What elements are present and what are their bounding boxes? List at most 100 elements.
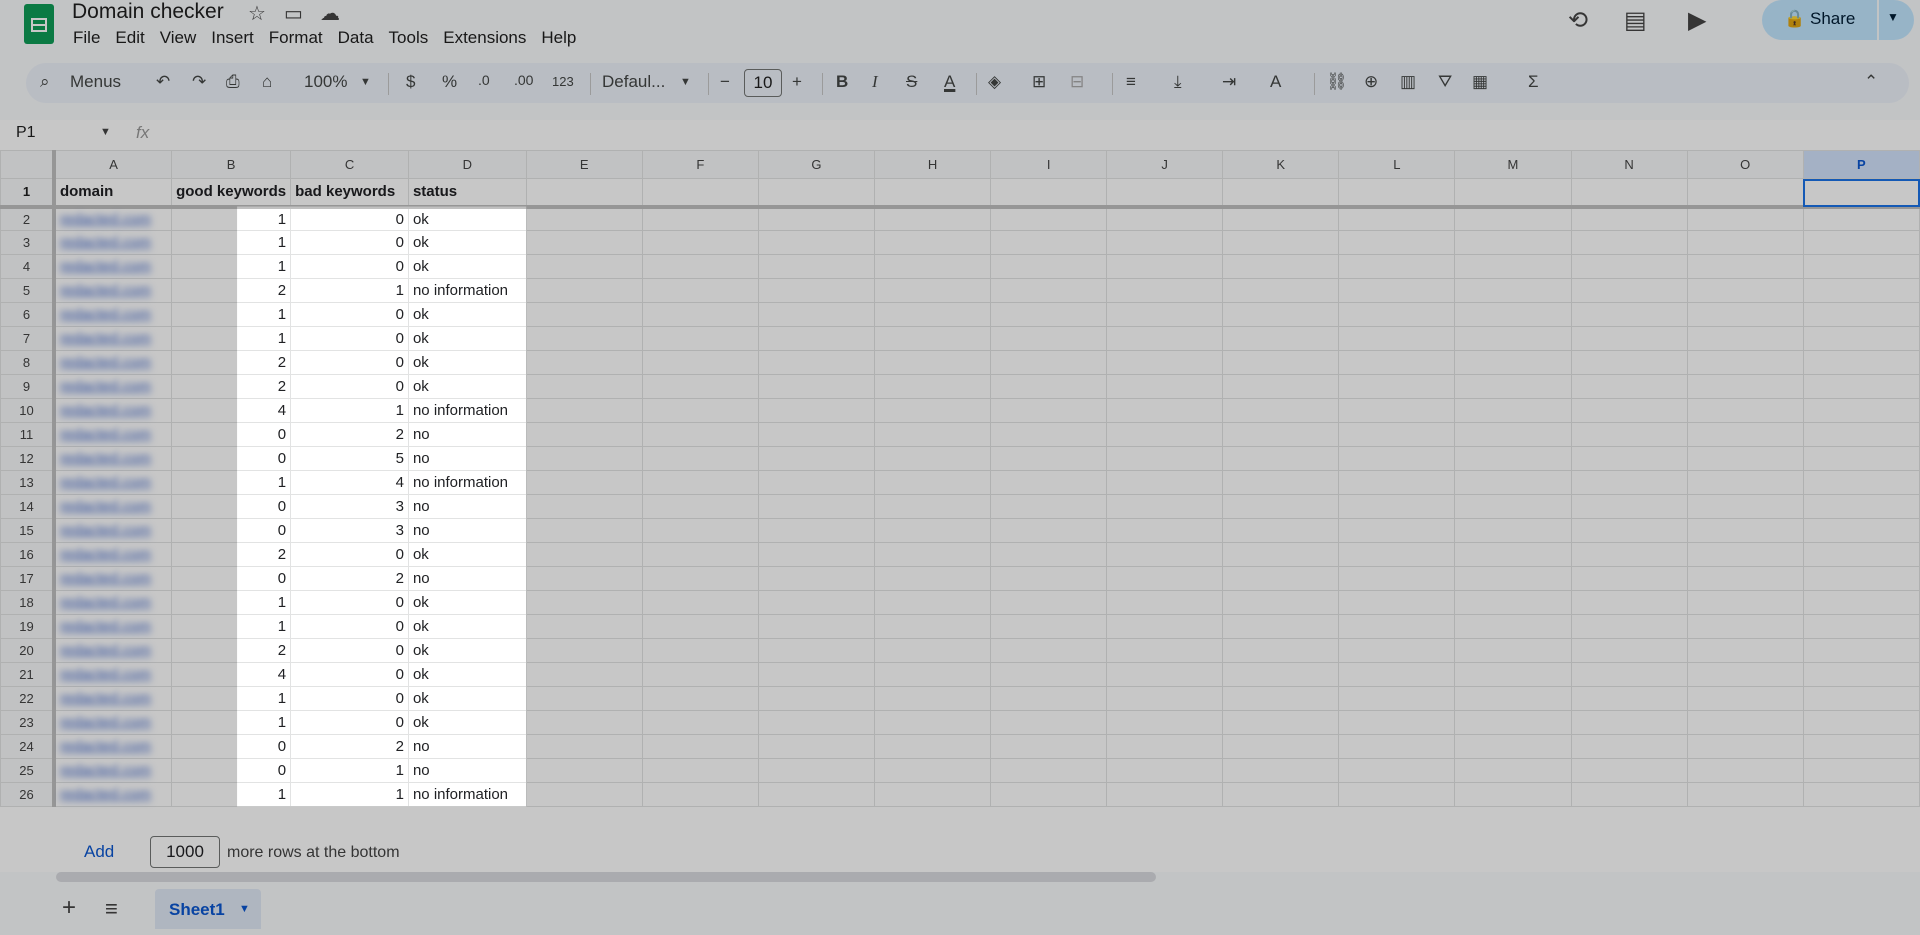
cell-k[interactable]	[1222, 614, 1340, 639]
chevron-down-icon[interactable]: ▼	[1887, 10, 1899, 24]
cell-l[interactable]	[1338, 518, 1456, 543]
cell-g[interactable]	[757, 350, 876, 375]
cell-n[interactable]	[1570, 590, 1688, 615]
cell-f[interactable]	[641, 638, 759, 663]
cell-m[interactable]	[1454, 566, 1572, 591]
cell-l[interactable]	[1338, 302, 1456, 327]
cell-good-keywords[interactable]: 0	[171, 518, 292, 543]
cell-j[interactable]	[1106, 254, 1224, 279]
cell-j[interactable]	[1106, 518, 1224, 543]
cell-status[interactable]: ok	[407, 230, 527, 255]
cell-status[interactable]: ok	[407, 614, 527, 639]
cell-e[interactable]	[525, 470, 643, 495]
row-header[interactable]: 6	[0, 302, 56, 327]
borders-icon[interactable]: ⊞	[1032, 72, 1046, 92]
sheet-tab-sheet1[interactable]: Sheet1 ▼	[155, 889, 261, 929]
row-header[interactable]: 13	[0, 470, 56, 495]
cell-h[interactable]	[874, 278, 992, 303]
cell-bad-keywords[interactable]: 0	[290, 350, 409, 375]
cell-j[interactable]	[1106, 350, 1224, 375]
cell-p[interactable]	[1802, 566, 1920, 591]
cell-k[interactable]	[1222, 542, 1340, 567]
cell-p[interactable]	[1802, 350, 1920, 375]
cell-g[interactable]	[757, 398, 876, 423]
cell-k[interactable]	[1222, 374, 1340, 399]
menu-insert[interactable]: Insert	[211, 28, 254, 48]
cell-h[interactable]	[874, 178, 992, 209]
row-header[interactable]: 21	[0, 662, 56, 687]
cell-j[interactable]	[1106, 542, 1224, 567]
filter-icon[interactable]: ⛛	[1438, 72, 1452, 92]
column-header-l[interactable]: L	[1338, 150, 1456, 179]
horizontal-align-icon[interactable]: ≡	[1126, 72, 1136, 92]
cell-i[interactable]	[990, 758, 1108, 783]
cell-j[interactable]	[1106, 374, 1224, 399]
cell-e[interactable]	[525, 398, 643, 423]
cell-bad-keywords[interactable]: 2	[290, 422, 409, 447]
cell-g[interactable]	[757, 758, 876, 783]
cell-o[interactable]	[1686, 326, 1804, 351]
cell-i[interactable]	[990, 422, 1108, 447]
cell-p[interactable]	[1802, 494, 1920, 519]
cell-g[interactable]	[757, 326, 876, 351]
cell-e[interactable]	[525, 278, 643, 303]
cell-domain[interactable]: redacted.com	[53, 614, 173, 639]
cell-o[interactable]	[1686, 566, 1804, 591]
menu-extensions[interactable]: Extensions	[443, 28, 526, 48]
cell-status[interactable]: no	[407, 422, 527, 447]
cell-g[interactable]	[757, 782, 876, 807]
cell-f[interactable]	[641, 374, 759, 399]
cell-h[interactable]	[874, 518, 992, 543]
cell-f[interactable]	[641, 566, 759, 591]
cell-o[interactable]	[1686, 782, 1804, 807]
cell-m[interactable]	[1454, 446, 1572, 471]
cell-l[interactable]	[1338, 566, 1456, 591]
cell-o[interactable]	[1686, 230, 1804, 255]
cell-k[interactable]	[1222, 278, 1340, 303]
cell-n[interactable]	[1570, 566, 1688, 591]
cell-k[interactable]	[1222, 326, 1340, 351]
all-sheets-icon[interactable]: ≡	[105, 896, 118, 922]
cell-e[interactable]	[525, 662, 643, 687]
cell-h[interactable]	[874, 230, 992, 255]
cell-p[interactable]	[1802, 398, 1920, 423]
cell-bad-keywords[interactable]: 3	[290, 494, 409, 519]
cell-p[interactable]	[1802, 734, 1920, 759]
cell-n[interactable]	[1570, 686, 1688, 711]
cell-i[interactable]	[990, 206, 1108, 231]
font-select[interactable]: Defaul...	[602, 72, 665, 92]
cell-status[interactable]: ok	[407, 710, 527, 735]
column-header-k[interactable]: K	[1222, 150, 1340, 179]
cell-n[interactable]	[1570, 782, 1688, 807]
cell-good-keywords[interactable]: 0	[171, 734, 292, 759]
cell-e[interactable]	[525, 350, 643, 375]
cell-g[interactable]	[757, 638, 876, 663]
cell-f[interactable]	[641, 302, 759, 327]
row-header[interactable]: 11	[0, 422, 56, 447]
cell-bad-keywords[interactable]: 0	[290, 638, 409, 663]
cell-d-header[interactable]: status	[407, 178, 527, 209]
cell-bad-keywords[interactable]: 1	[290, 278, 409, 303]
row-header[interactable]: 5	[0, 278, 56, 303]
cell-l[interactable]	[1338, 398, 1456, 423]
cell-domain[interactable]: redacted.com	[53, 374, 173, 399]
cell-domain[interactable]: redacted.com	[53, 446, 173, 471]
cell-m[interactable]	[1454, 254, 1572, 279]
cell-g[interactable]	[757, 206, 876, 231]
cell-h[interactable]	[874, 686, 992, 711]
cell-j[interactable]	[1106, 638, 1224, 663]
cell-m[interactable]	[1454, 178, 1572, 209]
cell-l[interactable]	[1338, 422, 1456, 447]
cell-n[interactable]	[1570, 662, 1688, 687]
menu-tools[interactable]: Tools	[389, 28, 429, 48]
cell-p[interactable]	[1802, 254, 1920, 279]
cell-f[interactable]	[641, 494, 759, 519]
cell-f[interactable]	[641, 206, 759, 231]
cell-o[interactable]	[1686, 494, 1804, 519]
cell-o[interactable]	[1686, 734, 1804, 759]
cell-f[interactable]	[641, 590, 759, 615]
cell-o[interactable]	[1686, 422, 1804, 447]
cell-p[interactable]	[1802, 758, 1920, 783]
cell-l[interactable]	[1338, 350, 1456, 375]
cell-k[interactable]	[1222, 590, 1340, 615]
